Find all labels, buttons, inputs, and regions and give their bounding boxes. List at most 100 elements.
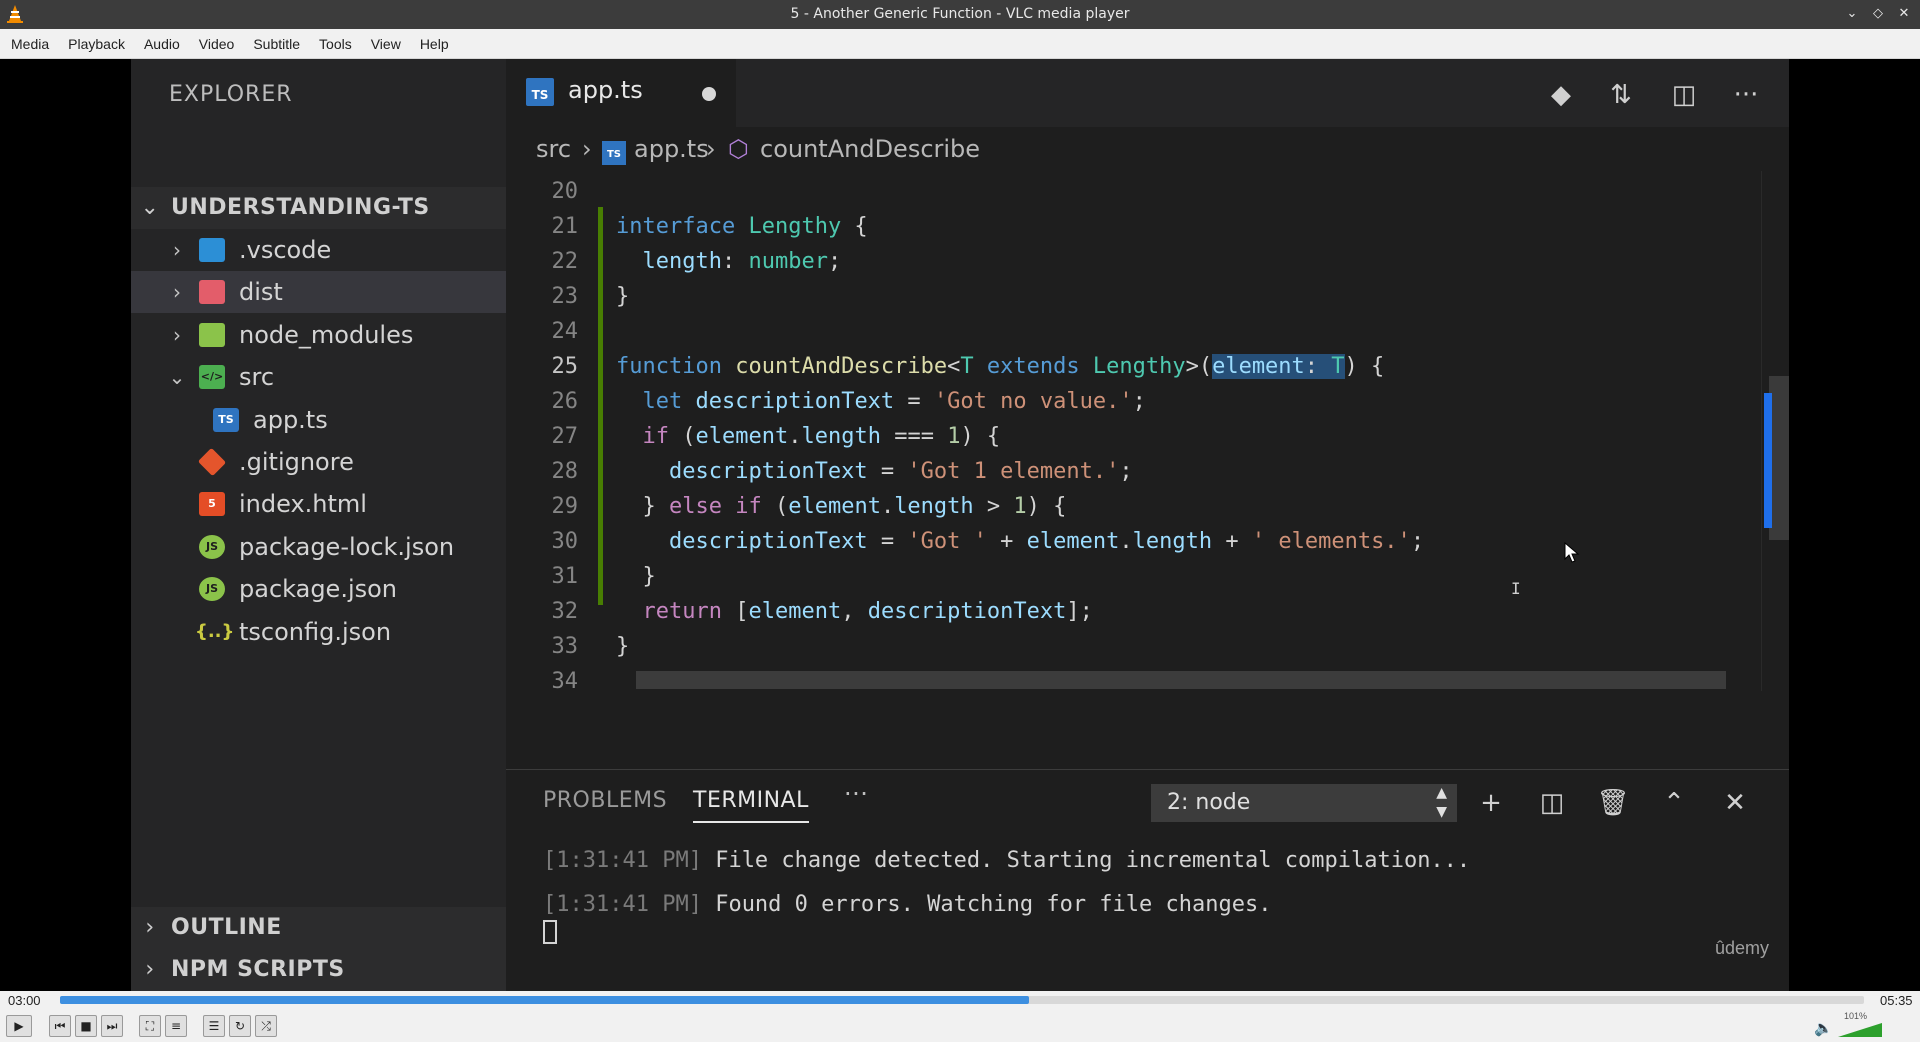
explorer-title: EXPLORER [169, 82, 293, 107]
minimap-slider[interactable] [1764, 393, 1772, 528]
minimize-button[interactable]: ⌄ [1842, 3, 1862, 25]
token-punct: . [788, 424, 802, 449]
code-line-26: let descriptionText = 'Got no value.'; [616, 389, 1146, 414]
chevron-right-icon: › [173, 238, 181, 262]
typescript-icon: TS [602, 141, 626, 165]
token-punct: ) { [1026, 494, 1067, 519]
tab-label: app.ts [568, 76, 643, 104]
tab-problems[interactable]: PROBLEMS [543, 788, 667, 813]
extended-settings-button[interactable]: ≡ [165, 1015, 187, 1037]
terminal-line: [1:31:41 PM] Found 0 errors. Watching fo… [543, 892, 1272, 917]
new-terminal-icon[interactable]: + [1472, 784, 1510, 822]
npm-scripts-section-header[interactable]: › NPM SCRIPTS [131, 949, 506, 991]
menu-tools[interactable]: Tools [312, 36, 364, 52]
git-compare-icon: ◆ [1551, 80, 1571, 110]
line-number: 29 [551, 494, 579, 519]
token-variable: element [1026, 529, 1120, 554]
tree-item-package-json: JS package.json [131, 568, 506, 610]
terminal-select-value: 2: node [1167, 790, 1251, 815]
token-punct: = [894, 389, 934, 414]
fullscreen-button[interactable]: ⛶ [139, 1015, 161, 1037]
html5-icon: 5 [199, 492, 225, 516]
speaker-icon[interactable]: 🔈 [1814, 1019, 1833, 1037]
tab-terminal[interactable]: TERMINAL [693, 788, 809, 823]
updown-arrow-icon: ▲ ▼ [1436, 785, 1447, 820]
loop-button[interactable]: ↻ [229, 1015, 251, 1037]
token-number: 1 [947, 424, 961, 449]
tree-item-label: src [239, 363, 275, 391]
token-type: Lengthy [1092, 354, 1186, 379]
play-button[interactable]: ▶ [6, 1015, 32, 1037]
tree-item-label: package.json [239, 575, 398, 603]
token-punct: } [642, 494, 669, 519]
menu-view[interactable]: View [364, 36, 413, 52]
code-line-25: function countAndDescribe<T extends Leng… [616, 354, 1384, 379]
chevron-right-icon: › [173, 280, 181, 304]
line-number: 33 [551, 634, 579, 659]
code-line-21: interface Lengthy { [616, 214, 868, 239]
token-number: 1 [1013, 494, 1027, 519]
token-punct: = [867, 459, 908, 484]
trash-icon[interactable]: 🗑 [1594, 784, 1632, 822]
shuffle-button[interactable]: ⤮ [255, 1015, 277, 1037]
next-button[interactable]: ⏭ [101, 1015, 123, 1037]
token-punct: ( [761, 494, 789, 519]
chevron-down-icon: ⌄ [140, 195, 160, 220]
token-param: element [1212, 354, 1305, 379]
outline-section-header[interactable]: › OUTLINE [131, 907, 506, 949]
npm-scripts-label: NPM SCRIPTS [171, 957, 345, 982]
menu-playback[interactable]: Playback [61, 36, 137, 52]
breadcrumb-file: app.ts [634, 135, 709, 163]
token-keyword: let [642, 389, 683, 414]
chevron-up-icon[interactable]: ⌃ [1655, 784, 1693, 822]
menu-help[interactable]: Help [413, 36, 461, 52]
outline-label: OUTLINE [171, 915, 282, 940]
terminal-select[interactable]: 2: node ▲ ▼ [1151, 784, 1457, 822]
menu-audio[interactable]: Audio [137, 36, 192, 52]
maximize-button[interactable]: ◇ [1868, 3, 1888, 25]
token-punct: : [721, 249, 749, 274]
tree-item-index-html: 5 index.html [131, 483, 506, 525]
token-property: length [894, 494, 974, 519]
editor-tab-bar: TS app.ts ◆ ⇅ ◫ ··· [506, 59, 1789, 127]
editor-scroll-thumb[interactable] [1769, 376, 1789, 540]
split-terminal-icon[interactable]: ◫ [1533, 784, 1571, 822]
json-icon: {..} [195, 621, 235, 642]
panel-more-icon[interactable]: ··· [844, 780, 868, 808]
tree-item-src: ⌄ </> src [131, 356, 506, 398]
token-variable: element [748, 599, 842, 624]
token-variable: descriptionText [867, 599, 1067, 624]
menu-subtitle[interactable]: Subtitle [246, 36, 312, 52]
chevron-right-icon: › [173, 323, 181, 347]
token-punct: ) { [960, 424, 1001, 449]
tree-item-dist: › dist [131, 271, 506, 313]
seek-bar: 03:00 05:35 [0, 991, 1920, 1011]
terminal-cursor [543, 920, 557, 944]
close-window-button[interactable]: ✕ [1894, 3, 1914, 25]
line-number: 27 [551, 424, 579, 449]
open-changes-icon: ⇅ [1610, 80, 1632, 110]
stop-button[interactable]: ■ [75, 1015, 97, 1037]
seek-slider[interactable] [60, 996, 1864, 1004]
previous-button[interactable]: ⏮ [49, 1015, 71, 1037]
menu-video[interactable]: Video [192, 36, 247, 52]
tree-item-node-modules: › node_modules [131, 314, 506, 356]
code-editor[interactable]: 20 21 22 23 24 25 26 27 28 29 30 31 32 3… [506, 171, 1789, 769]
volume-level [1838, 1023, 1882, 1037]
token-variable: element [695, 424, 789, 449]
player-controls: ▶ ⏮ ■ ⏭ ⛶ ≡ ☰ ↻ ⤮ 🔈 101% [0, 1011, 1920, 1042]
menu-media[interactable]: Media [4, 36, 61, 52]
split-editor-icon: ◫ [1671, 80, 1697, 110]
video-area[interactable]: EXPLORER ⌄ UNDERSTANDING-TS › .vscode › d… [0, 59, 1920, 991]
seek-progress [60, 996, 1029, 1004]
volume-slider[interactable] [1838, 1017, 1882, 1037]
code-line-22: length: number; [616, 249, 842, 274]
selection: element: T [1212, 354, 1345, 379]
playlist-button[interactable]: ☰ [203, 1015, 225, 1037]
udemy-watermark: ûdemy [1714, 938, 1769, 958]
token-operator: > [973, 494, 1014, 519]
close-panel-icon[interactable]: ✕ [1716, 784, 1754, 822]
token-property: length [1132, 529, 1213, 554]
editor-horizontal-scrollbar[interactable] [636, 671, 1726, 689]
terminal-line: [1:31:41 PM] File change detected. Start… [543, 848, 1470, 873]
